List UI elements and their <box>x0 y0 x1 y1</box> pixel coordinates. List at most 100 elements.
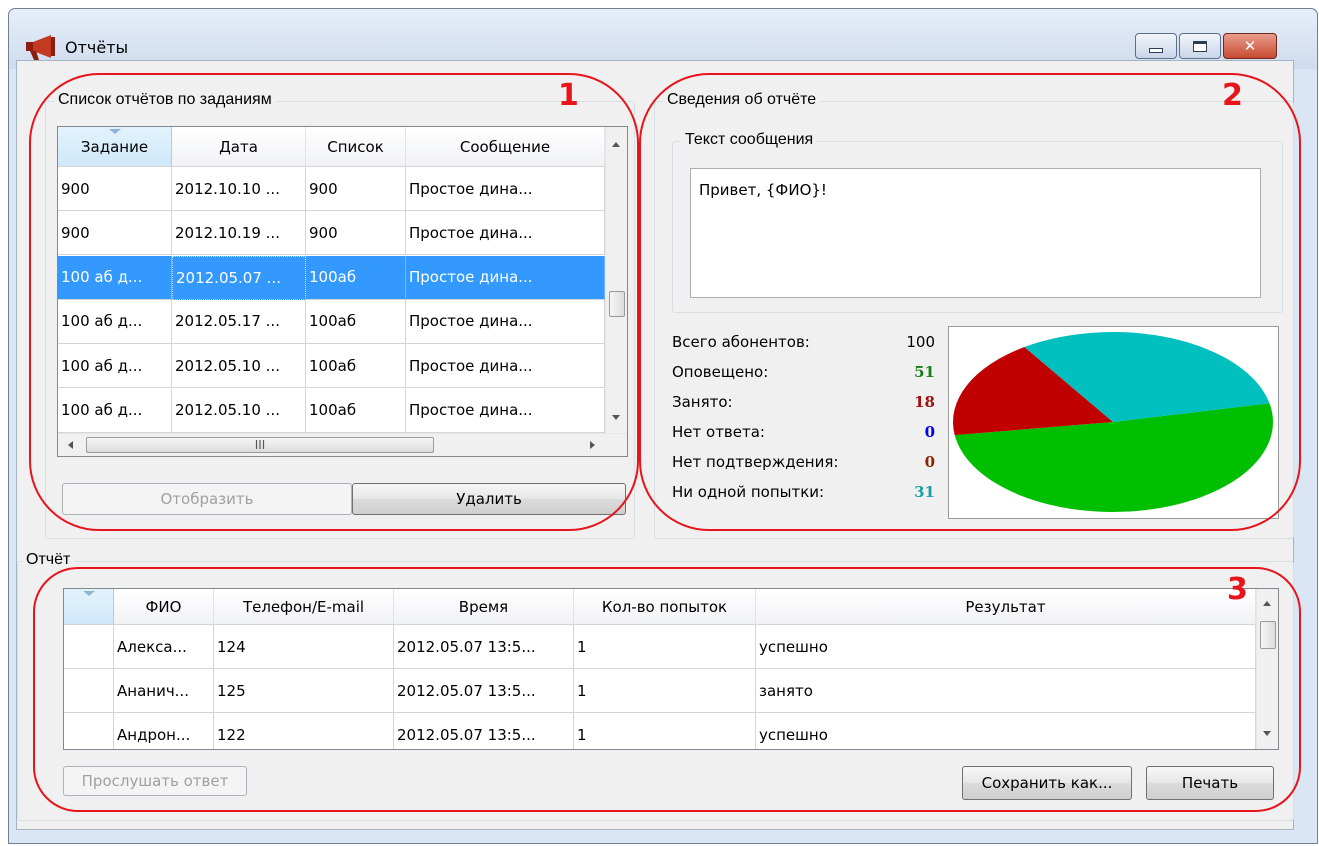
table-cell[interactable]: 100 аб д... <box>58 344 172 389</box>
minimize-icon <box>1136 34 1176 58</box>
listen-answer-button[interactable]: Прослушать ответ <box>63 766 247 796</box>
table-row[interactable]: 100 аб д... 2012.05.10 ... 100аб Простое ди… <box>58 344 605 389</box>
table-cell[interactable]: 900 <box>58 211 172 256</box>
table-cell[interactable]: 2012.10.19 ... <box>172 211 306 256</box>
task-reports-vscroll[interactable] <box>605 127 627 433</box>
table-cell[interactable]: 100аб <box>306 255 406 300</box>
table-cell[interactable] <box>64 713 114 749</box>
stat-label: Ни одной попытки: <box>672 483 825 501</box>
table-cell[interactable]: Простое дина... <box>406 167 605 211</box>
task-reports-hscroll-thumb[interactable]: III <box>86 437 434 453</box>
report-column-header-1[interactable]: ФИО <box>114 589 214 625</box>
table-cell[interactable]: 122 <box>214 713 394 749</box>
table-cell[interactable]: Простое дина... <box>406 299 605 344</box>
table-cell[interactable]: 2012.05.07 ... <box>172 255 306 300</box>
table-cell[interactable]: 2012.05.10 ... <box>172 344 306 389</box>
column-header-0[interactable]: Задание <box>58 127 172 167</box>
table-cell[interactable]: 900 <box>306 167 406 211</box>
table-cell[interactable]: Простое дина... <box>406 388 605 433</box>
table-cell[interactable]: 100 аб д... <box>58 255 172 300</box>
maximize-button[interactable] <box>1179 33 1221 59</box>
callout-number-2: 2 <box>1222 78 1243 113</box>
show-report-button[interactable]: Отобразить <box>62 483 352 515</box>
save-as-button[interactable]: Сохранить как... <box>962 766 1132 800</box>
task-reports-vscroll-thumb[interactable] <box>609 291 625 317</box>
report-column-header-3[interactable]: Время <box>394 589 574 625</box>
table-cell[interactable]: 100 аб д... <box>58 299 172 344</box>
minimize-button[interactable] <box>1135 33 1177 59</box>
table-cell[interactable]: 2012.05.07 13:5... <box>394 669 574 713</box>
table-row[interactable]: 900 2012.10.10 ... 900 Простое дина... <box>58 167 605 211</box>
table-row[interactable]: Андрон... 122 2012.05.07 13:5... 1 успешно <box>64 713 1256 749</box>
table-cell[interactable]: 2012.10.10 ... <box>172 167 306 211</box>
scroll-up-arrow-icon[interactable] <box>1263 601 1271 606</box>
results-pie-chart <box>948 326 1279 519</box>
close-button[interactable]: ✕ <box>1223 33 1277 59</box>
table-cell[interactable] <box>64 625 114 669</box>
report-vscroll[interactable] <box>1256 589 1278 749</box>
window-title: Отчёты <box>65 38 129 57</box>
print-button[interactable]: Печать <box>1146 766 1274 800</box>
table-row[interactable]: 100 аб д... 2012.05.17 ... 100аб Простое ди… <box>58 299 605 344</box>
table-cell[interactable]: успешно <box>756 625 1256 669</box>
task-reports-grid[interactable]: Задание Дата Список Сообщение 900 2012.10.10… <box>57 126 628 457</box>
table-cell[interactable]: 2012.05.07 13:5... <box>394 625 574 669</box>
column-header-3[interactable]: Сообщение <box>406 127 605 167</box>
table-cell[interactable]: 900 <box>58 167 172 211</box>
stat-label: Всего абонентов: <box>672 333 810 351</box>
stat-label: Оповещено: <box>672 363 769 381</box>
table-row[interactable]: 100 аб д... 2012.05.07 ... 100аб Простое ди… <box>58 255 605 300</box>
table-cell[interactable]: 100 аб д... <box>58 388 172 433</box>
table-cell[interactable]: Алекса... <box>114 625 214 669</box>
table-cell[interactable]: 1 <box>574 625 756 669</box>
scroll-up-arrow-icon[interactable] <box>612 142 620 147</box>
table-row[interactable]: Алекса... 124 2012.05.07 13:5... 1 успешно <box>64 625 1256 669</box>
stat-value: 0 <box>924 423 935 441</box>
table-cell[interactable]: занято <box>756 669 1256 713</box>
table-cell[interactable]: Ананич... <box>114 669 214 713</box>
delete-report-button[interactable]: Удалить <box>352 483 626 515</box>
table-cell[interactable]: 124 <box>214 625 394 669</box>
scroll-down-arrow-icon[interactable] <box>612 415 620 420</box>
report-column-header-2[interactable]: Телефон/E-mail <box>214 589 394 625</box>
table-cell[interactable]: 2012.05.17 ... <box>172 299 306 344</box>
table-cell[interactable]: 100аб <box>306 388 406 433</box>
maximize-icon <box>1180 34 1220 58</box>
report-grid[interactable]: ФИО Телефон/E-mail Время Кол-во попыток Резу… <box>63 588 1279 750</box>
table-cell[interactable]: 900 <box>306 211 406 256</box>
table-cell[interactable]: 125 <box>214 669 394 713</box>
message-text-field[interactable]: Привет, {ФИО}! <box>690 168 1261 298</box>
table-cell[interactable]: 100аб <box>306 344 406 389</box>
table-row[interactable]: 900 2012.10.19 ... 900 Простое дина... <box>58 211 605 256</box>
scroll-left-arrow-icon[interactable] <box>68 441 73 449</box>
table-cell[interactable]: 2012.05.10 ... <box>172 388 306 433</box>
column-header-1[interactable]: Дата <box>172 127 306 167</box>
report-vscroll-thumb[interactable] <box>1260 621 1276 649</box>
table-cell[interactable] <box>64 669 114 713</box>
report-column-header-4[interactable]: Кол-во попыток <box>574 589 756 625</box>
client-area: Список отчётов по заданиям Задание Дата Сп… <box>16 60 1294 830</box>
report-column-header-5[interactable]: Результат <box>756 589 1256 625</box>
table-cell[interactable]: успешно <box>756 713 1256 749</box>
table-cell[interactable]: Простое дина... <box>406 211 605 256</box>
scroll-right-arrow-icon[interactable] <box>590 441 595 449</box>
table-cell[interactable]: Простое дина... <box>406 344 605 389</box>
stat-value: 0 <box>924 453 935 471</box>
pie-svg <box>953 332 1273 512</box>
table-cell[interactable]: Простое дина... <box>406 255 605 300</box>
task-reports-hscroll[interactable]: III <box>58 433 627 456</box>
table-cell[interactable]: Андрон... <box>114 713 214 749</box>
stat-value: 51 <box>914 363 935 381</box>
grip-icon: III <box>254 438 266 452</box>
report-column-header-0[interactable] <box>64 589 114 625</box>
message-text-group-title: Текст сообщения <box>681 131 818 149</box>
table-cell[interactable]: 2012.05.07 13:5... <box>394 713 574 749</box>
table-row[interactable]: 100 аб д... 2012.05.10 ... 100аб Простое ди… <box>58 388 605 433</box>
table-cell[interactable]: 1 <box>574 713 756 749</box>
table-row[interactable]: Ананич... 125 2012.05.07 13:5... 1 занято <box>64 669 1256 713</box>
scroll-down-arrow-icon[interactable] <box>1263 731 1271 736</box>
column-header-2[interactable]: Список <box>306 127 406 167</box>
table-cell[interactable]: 1 <box>574 669 756 713</box>
table-cell[interactable]: 100аб <box>306 299 406 344</box>
callout-number-3: 3 <box>1227 572 1248 607</box>
